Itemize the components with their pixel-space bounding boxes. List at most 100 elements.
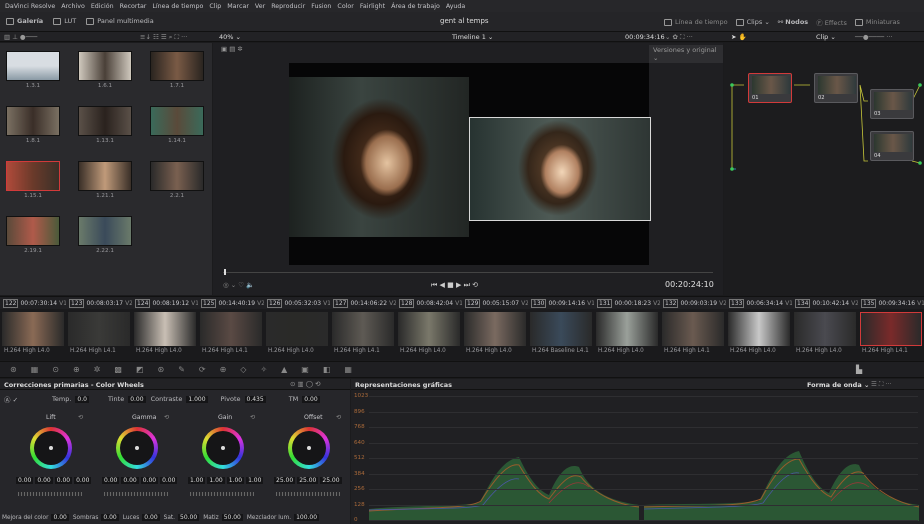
contrast-field[interactable]: 1.000 (186, 395, 208, 403)
hue-field[interactable]: 50.00 (221, 514, 243, 521)
clip-thumbnail[interactable] (200, 312, 262, 346)
master-wheel-slider[interactable] (276, 492, 340, 496)
clip-header[interactable]: 12400:08:19:12V1 (132, 297, 198, 309)
clip-thumbnail[interactable] (332, 312, 394, 346)
menu-item[interactable]: Archivo (61, 3, 85, 10)
wheel-value-field[interactable]: 0.00 (102, 477, 120, 484)
menu-item[interactable]: Línea de tiempo (152, 3, 203, 10)
wheel-value-field[interactable]: 1.00 (246, 477, 264, 484)
wheel-value-field[interactable]: 1.00 (207, 477, 225, 484)
zoom-dropdown[interactable]: 40% ⌄ (219, 33, 241, 41)
gallery-still[interactable] (6, 216, 60, 246)
gallery-still[interactable] (78, 216, 132, 246)
thumbnails-toggle[interactable]: Miniaturas (854, 18, 900, 26)
gallery-still[interactable] (78, 161, 132, 191)
clip-header[interactable]: 13100:00:18:23V2 (594, 297, 660, 309)
transport-controls[interactable]: ⏮ ◀ ■ ▶ ⏭ ⟲ (431, 281, 478, 290)
clip-header[interactable]: 13300:06:34:14V1 (726, 297, 792, 309)
menu-item[interactable]: Ver (255, 3, 265, 10)
color-wheel[interactable] (116, 427, 158, 469)
shadows-field[interactable]: 0.00 (101, 514, 119, 521)
wheel-value-field[interactable]: 0.00 (54, 477, 73, 484)
versions-dropdown[interactable]: Versiones y original ⌄ (649, 45, 723, 63)
viewer-scrubber[interactable] (223, 272, 713, 273)
master-wheel-slider[interactable] (18, 492, 82, 496)
node-04[interactable]: 04 (870, 131, 914, 161)
menu-item[interactable]: Reproducir (271, 3, 305, 10)
wheel-value-field[interactable]: 0.00 (121, 477, 139, 484)
gallery-still[interactable] (150, 51, 204, 81)
node-03[interactable]: 03 (870, 89, 914, 119)
clip-header[interactable]: 12700:14:06:22V2 (330, 297, 396, 309)
clip-header[interactable]: 12800:08:42:04V1 (396, 297, 462, 309)
menu-item[interactable]: Área de trabajo (391, 3, 440, 10)
clip-header[interactable]: 13000:09:14:16V1 (528, 297, 594, 309)
gallery-still[interactable] (150, 161, 204, 191)
color-wheel[interactable] (202, 427, 244, 469)
scope-settings-icons[interactable]: ☰ ⛶ ··· (871, 380, 892, 389)
wheel-value-field[interactable]: 1.00 (226, 477, 245, 484)
wheel-value-field[interactable]: 0.00 (160, 477, 178, 484)
gallery-button[interactable]: Galería (6, 17, 43, 25)
clip-thumbnail[interactable] (2, 312, 64, 346)
master-wheel-slider[interactable] (190, 492, 254, 496)
video-frame[interactable] (289, 63, 651, 265)
clip-thumbnail[interactable] (728, 312, 790, 346)
clip-thumbnail[interactable] (398, 312, 460, 346)
pointer-tool-icon[interactable]: ➤ ✋ (731, 33, 747, 41)
master-wheel-slider[interactable] (104, 492, 168, 496)
gallery-still[interactable] (78, 51, 132, 81)
wheel-value-field[interactable]: 0.00 (74, 477, 92, 484)
clip-thumbnail[interactable] (266, 312, 328, 346)
reset-icon[interactable]: ⟲ (164, 414, 169, 421)
color-wheel[interactable] (30, 427, 72, 469)
tm-field[interactable]: 0.00 (302, 395, 320, 403)
node-zoom-slider[interactable]: ──●──── ··· (855, 33, 892, 41)
palette-icons[interactable]: ⊛▦⊙⊕✲▩◩⊛✎⟳⊕◇✧▲▣◧▦ (10, 365, 366, 374)
menu-item[interactable]: Ayuda (446, 3, 465, 10)
clip-header[interactable]: 12300:08:03:17V2 (66, 297, 132, 309)
clip-header[interactable]: 12200:07:30:14V1 (0, 297, 66, 309)
gallery-still[interactable] (150, 106, 204, 136)
menu-item[interactable]: Edición (91, 3, 114, 10)
timeline-dropdown[interactable]: Timeline 1 ⌄ (452, 33, 493, 41)
gallery-view-options-icon[interactable]: ≡↓ ☷ ☰ ⌕ ⛶ ··· (140, 33, 187, 42)
clip-thumbnail[interactable] (662, 312, 724, 346)
grid-view-icon[interactable]: ▥ ⊥ ●─── (4, 33, 37, 41)
node-02[interactable]: 02 (814, 73, 858, 103)
wheel-mode-icons[interactable]: ⊙ ▥ ◯ ⟲ (290, 380, 321, 388)
node-01[interactable]: 01 (748, 73, 792, 103)
effects-toggle[interactable]: Ⓕ Effects (816, 17, 847, 27)
sat-field[interactable]: 50.00 (178, 514, 200, 521)
playhead-marker[interactable] (224, 269, 226, 275)
wheel-value-field[interactable]: 25.00 (320, 477, 342, 484)
menu-item[interactable]: Color (337, 3, 353, 10)
clips-toggle[interactable]: Clips ⌄ (735, 18, 770, 26)
lights-field[interactable]: 0.00 (142, 514, 160, 521)
timeline-toggle[interactable]: Línea de tiempo (664, 18, 728, 26)
lum-mix-field[interactable]: 100.00 (294, 514, 320, 521)
clip-header[interactable]: 12600:05:32:03V1 (264, 297, 330, 309)
menu-item[interactable]: Fairlight (360, 3, 385, 10)
scope-mode-dropdown[interactable]: Forma de onda ⌄ (807, 381, 869, 389)
menu-item[interactable]: Marcar (227, 3, 249, 10)
clip-header[interactable]: 12900:05:15:07V2 (462, 297, 528, 309)
viewer-mode-icons[interactable]: ▣ ▤ ✲ (221, 45, 243, 53)
wheel-value-field[interactable]: 1.00 (188, 477, 206, 484)
menu-item[interactable]: Fusion (311, 3, 331, 10)
tint-field[interactable]: 0.00 (128, 395, 146, 403)
wheel-value-field[interactable]: 25.00 (297, 477, 319, 484)
viewer-tools-icon[interactable]: ⌄ ✿ ⛶ ··· (665, 33, 693, 42)
menu-item[interactable]: Clip (209, 3, 221, 10)
gallery-still[interactable] (78, 106, 132, 136)
temp-field[interactable]: 0.0 (75, 395, 89, 403)
pivot-field[interactable]: 0.435 (244, 395, 266, 403)
clip-thumbnail[interactable] (134, 312, 196, 346)
clip-thumbnail[interactable] (794, 312, 856, 346)
color-boost-field[interactable]: 0.00 (51, 514, 69, 521)
clip-thumbnail[interactable] (530, 312, 592, 346)
gallery-still[interactable] (6, 161, 60, 191)
clip-header[interactable]: 13500:09:34:16V1 (858, 297, 924, 309)
gallery-still[interactable] (6, 51, 60, 81)
color-wheel[interactable] (288, 427, 330, 469)
